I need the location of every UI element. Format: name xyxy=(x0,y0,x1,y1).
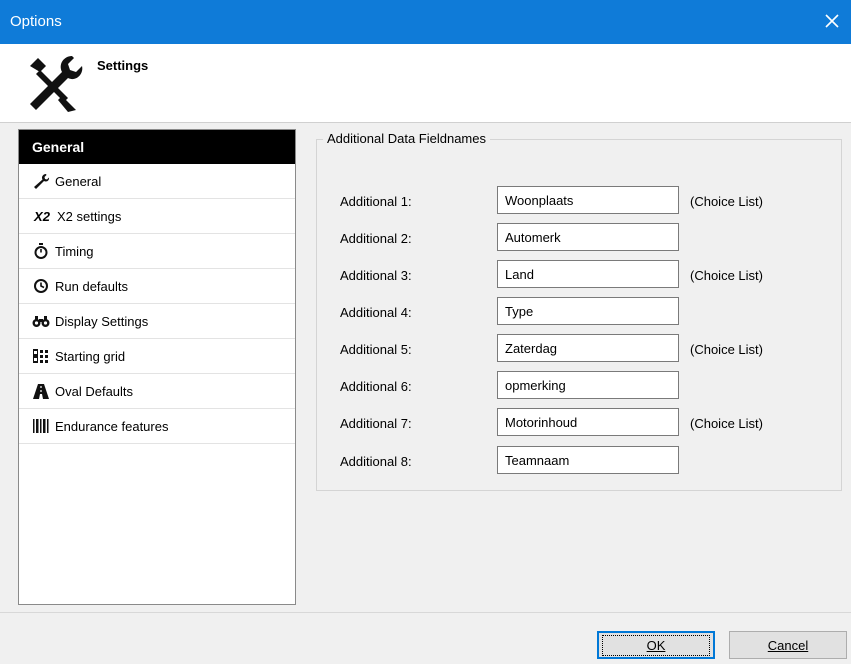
cancel-button-label: Cancel xyxy=(767,637,809,653)
sidebar-item-general[interactable]: General xyxy=(19,164,295,199)
window-title: Options xyxy=(10,13,62,30)
field-label-additional-8: Additional 8: xyxy=(340,454,412,469)
field-label-additional-2: Additional 2: xyxy=(340,231,412,246)
field-label-additional-3: Additional 3: xyxy=(340,268,412,283)
additional-2-field[interactable] xyxy=(497,223,679,251)
sidebar-item-run-defaults[interactable]: Run defaults xyxy=(19,269,295,304)
ok-button-label: OK xyxy=(601,634,711,656)
sidebar-item-label: Endurance features xyxy=(55,418,169,434)
stopwatch-icon xyxy=(32,243,50,259)
additional-8-field[interactable] xyxy=(497,446,679,474)
binoculars-icon xyxy=(32,313,50,329)
ok-button[interactable]: OK xyxy=(597,631,715,659)
choice-list-label-7: (Choice List) xyxy=(690,416,763,431)
title-bar: Options xyxy=(0,0,851,44)
sidebar-item-label: Timing xyxy=(55,243,94,259)
additional-1-field[interactable] xyxy=(497,186,679,214)
sidebar-item-label: Oval Defaults xyxy=(55,383,134,399)
additional-4-field[interactable] xyxy=(497,297,679,325)
sidebar-item-starting-grid[interactable]: Starting grid xyxy=(19,339,295,374)
sidebar-item-x2-settings[interactable]: X2 X2 settings xyxy=(19,199,295,234)
choice-list-label-1: (Choice List) xyxy=(690,194,763,209)
group-title: Additional Data Fieldnames xyxy=(323,131,490,146)
oval-track-icon xyxy=(32,383,50,399)
sidebar-item-label: Run defaults xyxy=(55,278,128,294)
sidebar-item-label: Starting grid xyxy=(55,348,126,364)
close-icon[interactable] xyxy=(819,8,845,34)
field-label-additional-6: Additional 6: xyxy=(340,379,412,394)
clock-icon xyxy=(32,278,50,294)
sidebar-item-oval-defaults[interactable]: Oval Defaults xyxy=(19,374,295,409)
x2-icon: X2 xyxy=(34,208,50,224)
footer-divider xyxy=(0,612,851,613)
sidebar-item-label: Display Settings xyxy=(55,313,149,329)
settings-header: Settings xyxy=(0,44,851,123)
field-label-additional-4: Additional 4: xyxy=(340,305,412,320)
sidebar-item-label: General xyxy=(55,173,102,189)
barcode-icon xyxy=(32,418,50,434)
sidebar-header-general[interactable]: General xyxy=(19,130,295,164)
sidebar: General General X2 X2 settings Timing Ru… xyxy=(18,129,296,605)
field-label-additional-7: Additional 7: xyxy=(340,416,412,431)
sidebar-item-display-settings[interactable]: Display Settings xyxy=(19,304,295,339)
sidebar-item-label: X2 settings xyxy=(57,208,122,224)
page-title: Settings xyxy=(97,58,149,73)
additional-3-field[interactable] xyxy=(497,260,679,288)
starting-grid-icon xyxy=(32,348,50,364)
choice-list-label-5: (Choice List) xyxy=(690,342,763,357)
sidebar-item-endurance-features[interactable]: Endurance features xyxy=(19,409,295,444)
sidebar-item-timing[interactable]: Timing xyxy=(19,234,295,269)
tools-icon xyxy=(24,52,86,114)
cancel-button[interactable]: Cancel xyxy=(729,631,847,659)
additional-7-field[interactable] xyxy=(497,408,679,436)
additional-6-field[interactable] xyxy=(497,371,679,399)
field-label-additional-5: Additional 5: xyxy=(340,342,412,357)
field-label-additional-1: Additional 1: xyxy=(340,194,412,209)
wrench-icon xyxy=(32,173,50,189)
choice-list-label-3: (Choice List) xyxy=(690,268,763,283)
additional-5-field[interactable] xyxy=(497,334,679,362)
